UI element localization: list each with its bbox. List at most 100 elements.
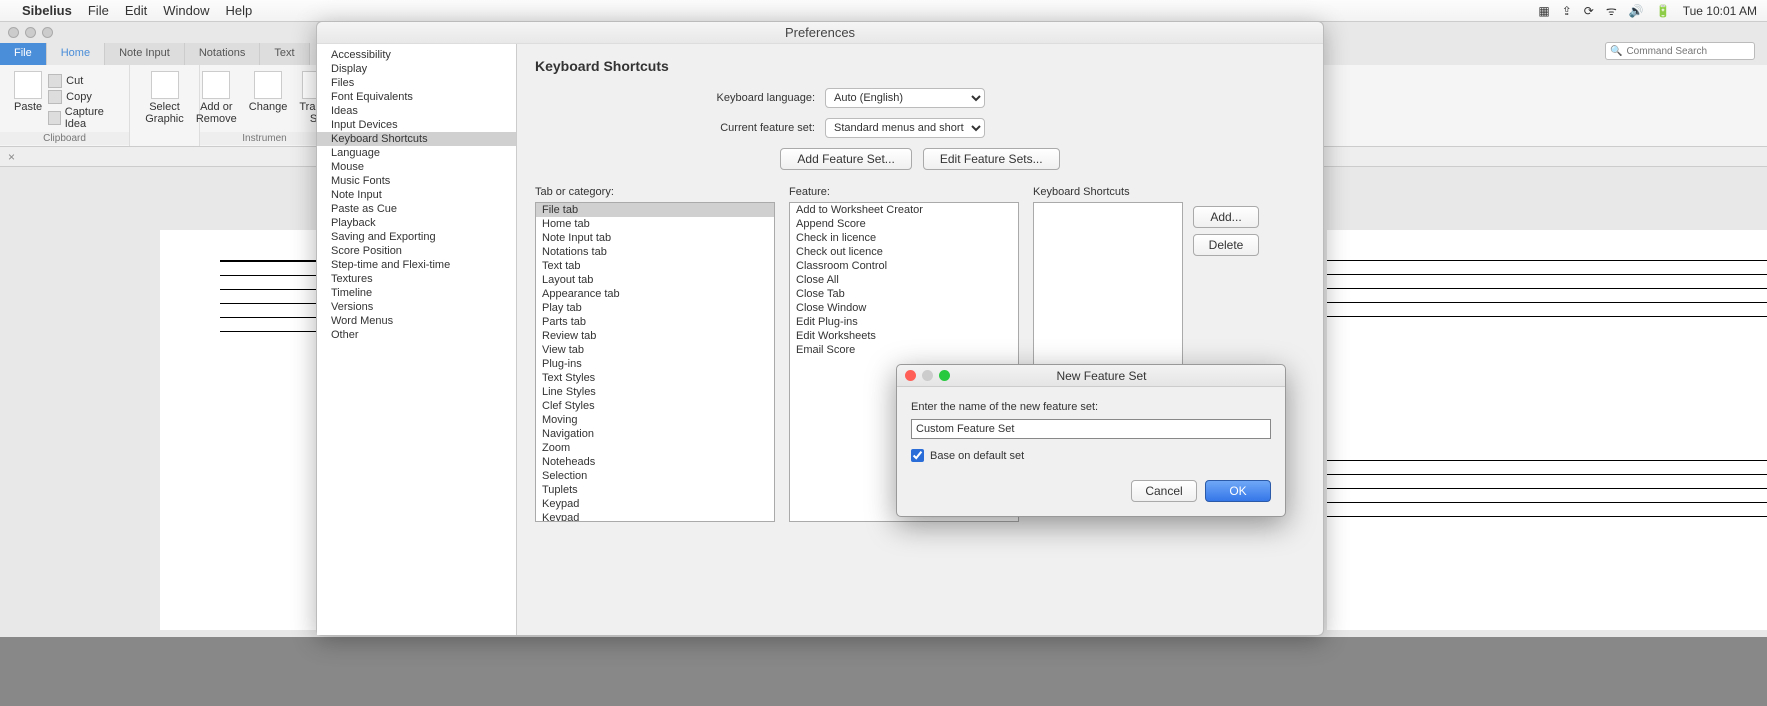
volume-icon[interactable]: 🔊: [1629, 4, 1644, 18]
feature-item[interactable]: Classroom Control: [790, 259, 1018, 273]
tab-item[interactable]: Keypad: [536, 497, 774, 511]
tab-item[interactable]: Zoom: [536, 441, 774, 455]
tab-item[interactable]: Moving: [536, 413, 774, 427]
feature-item[interactable]: Email Score: [790, 343, 1018, 357]
add-shortcut-button[interactable]: Add...: [1193, 206, 1259, 228]
tab-item[interactable]: Parts tab: [536, 315, 774, 329]
category-item[interactable]: Versions: [317, 300, 516, 314]
wifi-icon[interactable]: ⇪: [1562, 4, 1572, 18]
tab-item[interactable]: Appearance tab: [536, 287, 774, 301]
add-remove-button[interactable]: Add orRemove: [190, 69, 243, 127]
select-graphic-button[interactable]: SelectGraphic: [139, 69, 190, 127]
category-item[interactable]: Display: [317, 62, 516, 76]
category-item[interactable]: Ideas: [317, 104, 516, 118]
feature-item[interactable]: Edit Worksheets: [790, 329, 1018, 343]
category-item[interactable]: Word Menus: [317, 314, 516, 328]
tab-item[interactable]: Text tab: [536, 259, 774, 273]
feature-set-select[interactable]: Standard menus and shortcuts: [825, 118, 985, 138]
category-item[interactable]: Input Devices: [317, 118, 516, 132]
dialog-close-icon[interactable]: [905, 370, 916, 381]
battery-icon[interactable]: 🔋: [1656, 4, 1671, 18]
tab-item[interactable]: Plug-ins: [536, 357, 774, 371]
wifi2-icon[interactable]: ᯤ: [1606, 2, 1617, 19]
tab-text[interactable]: Text: [260, 43, 309, 65]
tab-note-input[interactable]: Note Input: [105, 43, 185, 65]
category-item[interactable]: Mouse: [317, 160, 516, 174]
tab-item[interactable]: Selection: [536, 469, 774, 483]
category-item[interactable]: Accessibility: [317, 48, 516, 62]
tab-item[interactable]: View tab: [536, 343, 774, 357]
command-search[interactable]: 🔍: [1605, 42, 1755, 60]
tab-item[interactable]: Layout tab: [536, 273, 774, 287]
base-on-default-checkbox[interactable]: Base on default set: [911, 449, 1271, 462]
category-item[interactable]: Language: [317, 146, 516, 160]
tab-item[interactable]: Note Input tab: [536, 231, 774, 245]
tab-listbox[interactable]: File tabHome tabNote Input tabNotations …: [535, 202, 775, 522]
feature-item[interactable]: Close Window: [790, 301, 1018, 315]
category-item[interactable]: Font Equivalents: [317, 90, 516, 104]
feature-item[interactable]: Edit Plug-ins: [790, 315, 1018, 329]
tab-item[interactable]: Text Styles: [536, 371, 774, 385]
dialog-max-icon[interactable]: [939, 370, 950, 381]
close-dot[interactable]: [8, 27, 19, 38]
category-item[interactable]: Timeline: [317, 286, 516, 300]
feature-item[interactable]: Close All: [790, 273, 1018, 287]
kb-lang-select[interactable]: Auto (English): [825, 88, 985, 108]
delete-shortcut-button[interactable]: Delete: [1193, 234, 1259, 256]
tab-notations[interactable]: Notations: [185, 43, 260, 65]
category-item[interactable]: Music Fonts: [317, 174, 516, 188]
cancel-button[interactable]: Cancel: [1131, 480, 1197, 502]
search-input[interactable]: [1626, 46, 1750, 57]
tab-item[interactable]: Navigation: [536, 427, 774, 441]
copy-button[interactable]: Copy: [48, 89, 121, 105]
menu-edit[interactable]: Edit: [125, 3, 147, 18]
tab-item[interactable]: Tuplets: [536, 483, 774, 497]
tab-item[interactable]: Play tab: [536, 301, 774, 315]
tab-item[interactable]: File tab: [536, 203, 774, 217]
feature-item[interactable]: Check out licence: [790, 245, 1018, 259]
category-item[interactable]: Score Position: [317, 244, 516, 258]
ok-button[interactable]: OK: [1205, 480, 1271, 502]
feature-set-name-input[interactable]: [911, 419, 1271, 439]
shortcuts-listbox[interactable]: [1033, 202, 1183, 382]
feature-item[interactable]: Close Tab: [790, 287, 1018, 301]
tab-item[interactable]: Home tab: [536, 217, 774, 231]
category-item[interactable]: Files: [317, 76, 516, 90]
capture-button[interactable]: Capture Idea: [48, 105, 121, 131]
feature-item[interactable]: Append Score: [790, 217, 1018, 231]
paste-button[interactable]: Paste: [8, 69, 48, 131]
tab-item[interactable]: Line Styles: [536, 385, 774, 399]
category-item[interactable]: Playback: [317, 216, 516, 230]
app-menu[interactable]: Sibelius: [22, 3, 72, 18]
status-icon[interactable]: ▦: [1538, 4, 1549, 18]
change-button[interactable]: Change: [243, 69, 294, 127]
menu-help[interactable]: Help: [225, 3, 252, 18]
menu-file[interactable]: File: [88, 3, 109, 18]
feature-item[interactable]: Add to Worksheet Creator: [790, 203, 1018, 217]
sync-icon[interactable]: ⟳: [1584, 4, 1594, 18]
feature-item[interactable]: Check in licence: [790, 231, 1018, 245]
edit-feature-sets-button[interactable]: Edit Feature Sets...: [923, 148, 1060, 170]
tab-item[interactable]: Review tab: [536, 329, 774, 343]
max-dot[interactable]: [42, 27, 53, 38]
menu-window[interactable]: Window: [163, 3, 209, 18]
tab-item[interactable]: Noteheads: [536, 455, 774, 469]
tab-home[interactable]: Home: [47, 43, 105, 65]
add-feature-set-button[interactable]: Add Feature Set...: [780, 148, 911, 170]
cut-button[interactable]: Cut: [48, 73, 121, 89]
category-item[interactable]: Saving and Exporting: [317, 230, 516, 244]
category-item[interactable]: Keyboard Shortcuts: [317, 132, 516, 146]
tab-item[interactable]: Keypad: [536, 511, 774, 522]
category-item[interactable]: Note Input: [317, 188, 516, 202]
min-dot[interactable]: [25, 27, 36, 38]
close-doc-icon[interactable]: ×: [8, 150, 15, 164]
category-item[interactable]: Other: [317, 328, 516, 342]
prefs-category-list[interactable]: AccessibilityDisplayFilesFont Equivalent…: [317, 44, 517, 635]
tab-item[interactable]: Notations tab: [536, 245, 774, 259]
category-item[interactable]: Step-time and Flexi-time: [317, 258, 516, 272]
tab-item[interactable]: Clef Styles: [536, 399, 774, 413]
tab-file[interactable]: File: [0, 43, 47, 65]
category-item[interactable]: Textures: [317, 272, 516, 286]
category-item[interactable]: Paste as Cue: [317, 202, 516, 216]
clock[interactable]: Tue 10:01 AM: [1683, 4, 1757, 18]
